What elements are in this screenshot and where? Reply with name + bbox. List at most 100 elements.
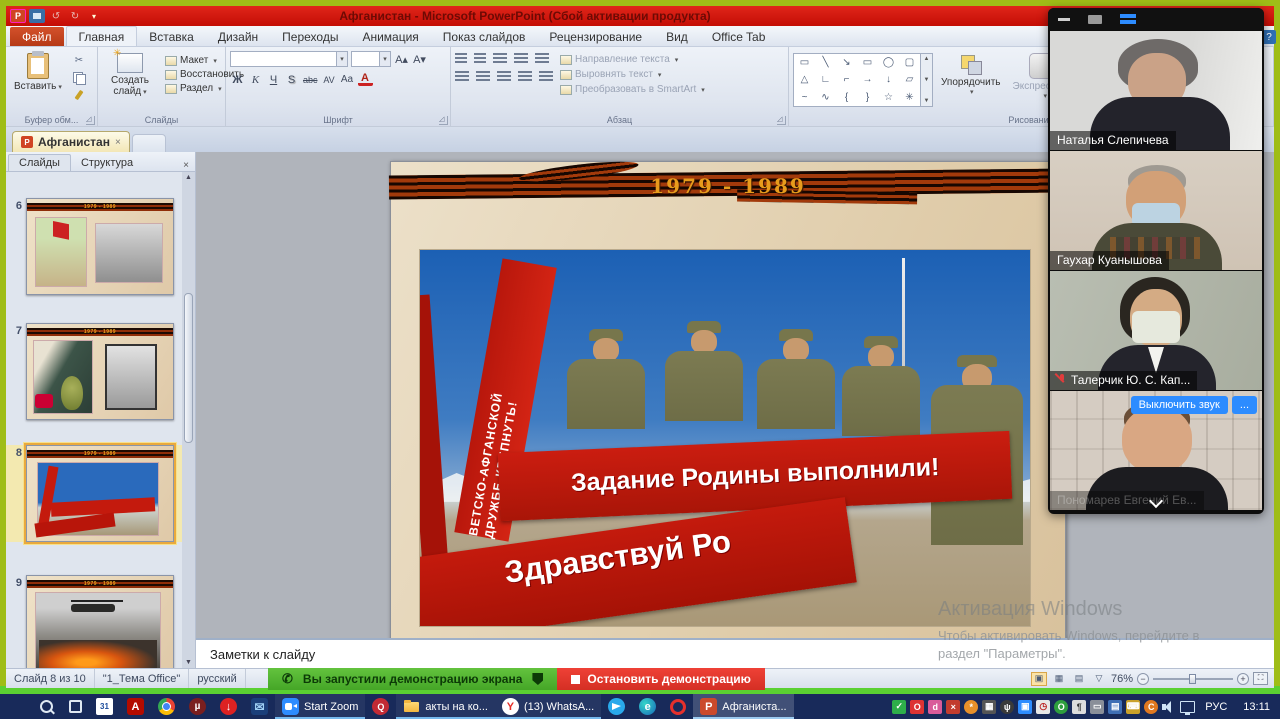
zoom-in-button[interactable]: + [1237, 673, 1249, 685]
tab-review[interactable]: Рецензирование [537, 27, 654, 46]
notes-pane[interactable]: Заметки к слайду [196, 638, 1274, 668]
start-button[interactable] [0, 694, 31, 719]
character-spacing-button[interactable]: AV [322, 72, 337, 87]
numbering-icon[interactable] [474, 53, 486, 65]
line-spacing-icon[interactable] [535, 53, 549, 65]
slide-6-thumbnail[interactable]: 1979 - 1989 [26, 198, 174, 295]
decrease-indent-icon[interactable] [493, 53, 507, 65]
normal-view-button[interactable]: ▣ [1031, 672, 1047, 686]
slide-sorter-button[interactable]: ▦ [1051, 672, 1067, 686]
quicktime-app[interactable]: Q [365, 694, 396, 719]
paste-button[interactable]: Вставить [10, 51, 66, 112]
new-slide-button[interactable]: Создать слайд [102, 51, 158, 112]
bold-button[interactable]: Ж [230, 72, 245, 87]
tab-transitions[interactable]: Переходы [270, 27, 350, 46]
language-indicator[interactable]: РУС [1199, 701, 1233, 713]
bullets-icon[interactable] [455, 53, 467, 65]
tab-slides-pane[interactable]: Слайды [8, 154, 71, 171]
participant-tile-3[interactable]: Талерчик Ю. С. Кап... [1050, 271, 1262, 390]
participant-tile-2[interactable]: Гаухар Куанышова [1050, 151, 1262, 270]
slide-7-thumbnail[interactable]: 1979 - 1989 [26, 323, 174, 420]
grow-font-button[interactable]: A▴ [394, 52, 409, 67]
microphone-tray-icon[interactable]: ¶ [1072, 700, 1086, 714]
cut-icon[interactable] [70, 53, 88, 68]
slide-7-row[interactable]: 7 1979 - 1989 [6, 323, 182, 420]
slide-8-row[interactable]: 8 1979 - 1989 [6, 445, 182, 542]
arrange-button[interactable]: Упорядочить [937, 51, 1005, 112]
align-left-icon[interactable] [455, 71, 469, 82]
change-case-button[interactable]: Aa [340, 72, 355, 87]
paragraph-dialog-launcher[interactable]: ◿ [777, 116, 786, 125]
align-center-icon[interactable] [476, 71, 490, 82]
keyboard-tray-icon[interactable]: ⌨ [1126, 700, 1140, 714]
help-button[interactable]: ? [1262, 30, 1276, 44]
current-slide[interactable]: 1979 - 1989 ВЕТСКО-АФГАНСКОЙ [390, 161, 1066, 638]
c-tray-icon[interactable]: C [1144, 700, 1158, 714]
shapes-gallery[interactable]: ▭╲↘▭◯▢ △∟⌐→↓▱ ~∿{}☆✳ [793, 53, 921, 107]
convert-smartart-button[interactable]: Преобразовать в SmartArt [557, 83, 708, 96]
stop-share-button[interactable]: Остановить демонстрацию [557, 668, 764, 690]
italic-button[interactable]: К [248, 72, 263, 87]
align-right-icon[interactable] [497, 71, 511, 82]
flower-tray-icon[interactable]: * [964, 700, 978, 714]
more-options-button[interactable]: ... [1232, 396, 1257, 414]
fit-to-window-button[interactable]: ⛶ [1253, 672, 1268, 685]
download-app[interactable]: ↓ [213, 694, 244, 719]
powerpoint-app[interactable]: PАфганиста... [693, 694, 793, 719]
grid-view-icon[interactable] [1154, 12, 1169, 27]
clock[interactable]: 13:11 [1237, 701, 1276, 713]
shrink-font-button[interactable]: A▾ [412, 52, 427, 67]
mail-app[interactable]: ✉ [244, 694, 275, 719]
tray-app-icon[interactable]: d [928, 700, 942, 714]
antenna-tray-icon[interactable]: ψ [1000, 700, 1014, 714]
zoom-slider[interactable] [1153, 678, 1233, 680]
clipboard-dialog-launcher[interactable]: ◿ [86, 116, 95, 125]
slide-9-row[interactable]: 9 1979 - 1989 [6, 575, 182, 668]
monitor-tray-icon[interactable]: ▭ [1090, 700, 1104, 714]
participant-tile-1[interactable]: Наталья Слепичева [1050, 31, 1262, 150]
tab-animation[interactable]: Анимация [350, 27, 430, 46]
calendar-app[interactable]: 31 [89, 694, 120, 719]
slideshow-button[interactable]: ▽ [1091, 672, 1107, 686]
utorrent-app[interactable]: µ [182, 694, 213, 719]
chrome-app[interactable] [151, 694, 182, 719]
browser-whatsapp-window[interactable]: Y(13) WhatsA... [495, 694, 601, 719]
opera-tray-icon[interactable]: O [910, 700, 924, 714]
zoom-slider-thumb[interactable] [1189, 674, 1196, 684]
shield-tray-icon[interactable]: ▦ [982, 700, 996, 714]
tab-design[interactable]: Дизайн [206, 27, 270, 46]
tab-file[interactable]: Файл [10, 27, 64, 46]
align-text-button[interactable]: Выровнять текст [557, 68, 708, 81]
shadow-button[interactable]: S [284, 72, 299, 87]
opera-app[interactable] [663, 694, 693, 719]
shapes-scrollbar[interactable]: ▲▼▼ [921, 53, 933, 107]
tab-outline-pane[interactable]: Структура [71, 155, 143, 171]
reading-view-button[interactable]: ▤ [1071, 672, 1087, 686]
font-dialog-launcher[interactable]: ◿ [439, 116, 448, 125]
edge-app[interactable]: e [632, 694, 663, 719]
font-color-button[interactable]: А [358, 73, 373, 86]
slides-panel-close-icon[interactable]: × [179, 160, 193, 171]
zoom-app[interactable]: Start Zoom [275, 694, 365, 719]
scroll-thumb[interactable] [184, 293, 193, 443]
clock-tray-icon[interactable]: ◷ [1036, 700, 1050, 714]
green-tray-icon[interactable]: O [1054, 700, 1068, 714]
network-icon[interactable] [1180, 701, 1195, 713]
document-tab-close-icon[interactable]: × [115, 137, 121, 148]
slide-9-thumbnail[interactable]: 1979 - 1989 [26, 575, 174, 668]
scroll-down-icon[interactable]: ▼ [185, 657, 192, 668]
avast-tray-icon[interactable]: × [946, 700, 960, 714]
tab-slideshow[interactable]: Показ слайдов [431, 27, 538, 46]
justify-icon[interactable] [518, 71, 532, 82]
zoom-tray-icon[interactable]: ▣ [1018, 700, 1032, 714]
font-size-combo[interactable]: ▾ [351, 51, 391, 67]
slide-8-thumbnail[interactable]: 1979 - 1989 [26, 445, 174, 542]
antivirus-check-icon[interactable]: ✓ [892, 700, 906, 714]
tab-office-tab[interactable]: Office Tab [700, 27, 778, 46]
status-language[interactable]: русский [189, 669, 245, 688]
gallery-strip-view-icon[interactable] [1120, 14, 1136, 24]
format-painter-icon[interactable] [70, 87, 88, 102]
slides-panel-scrollbar[interactable]: ▲ ▼ [182, 172, 195, 668]
underline-button[interactable]: Ч [266, 72, 281, 87]
slide-6-row[interactable]: 6 1979 - 1989 [6, 198, 182, 295]
